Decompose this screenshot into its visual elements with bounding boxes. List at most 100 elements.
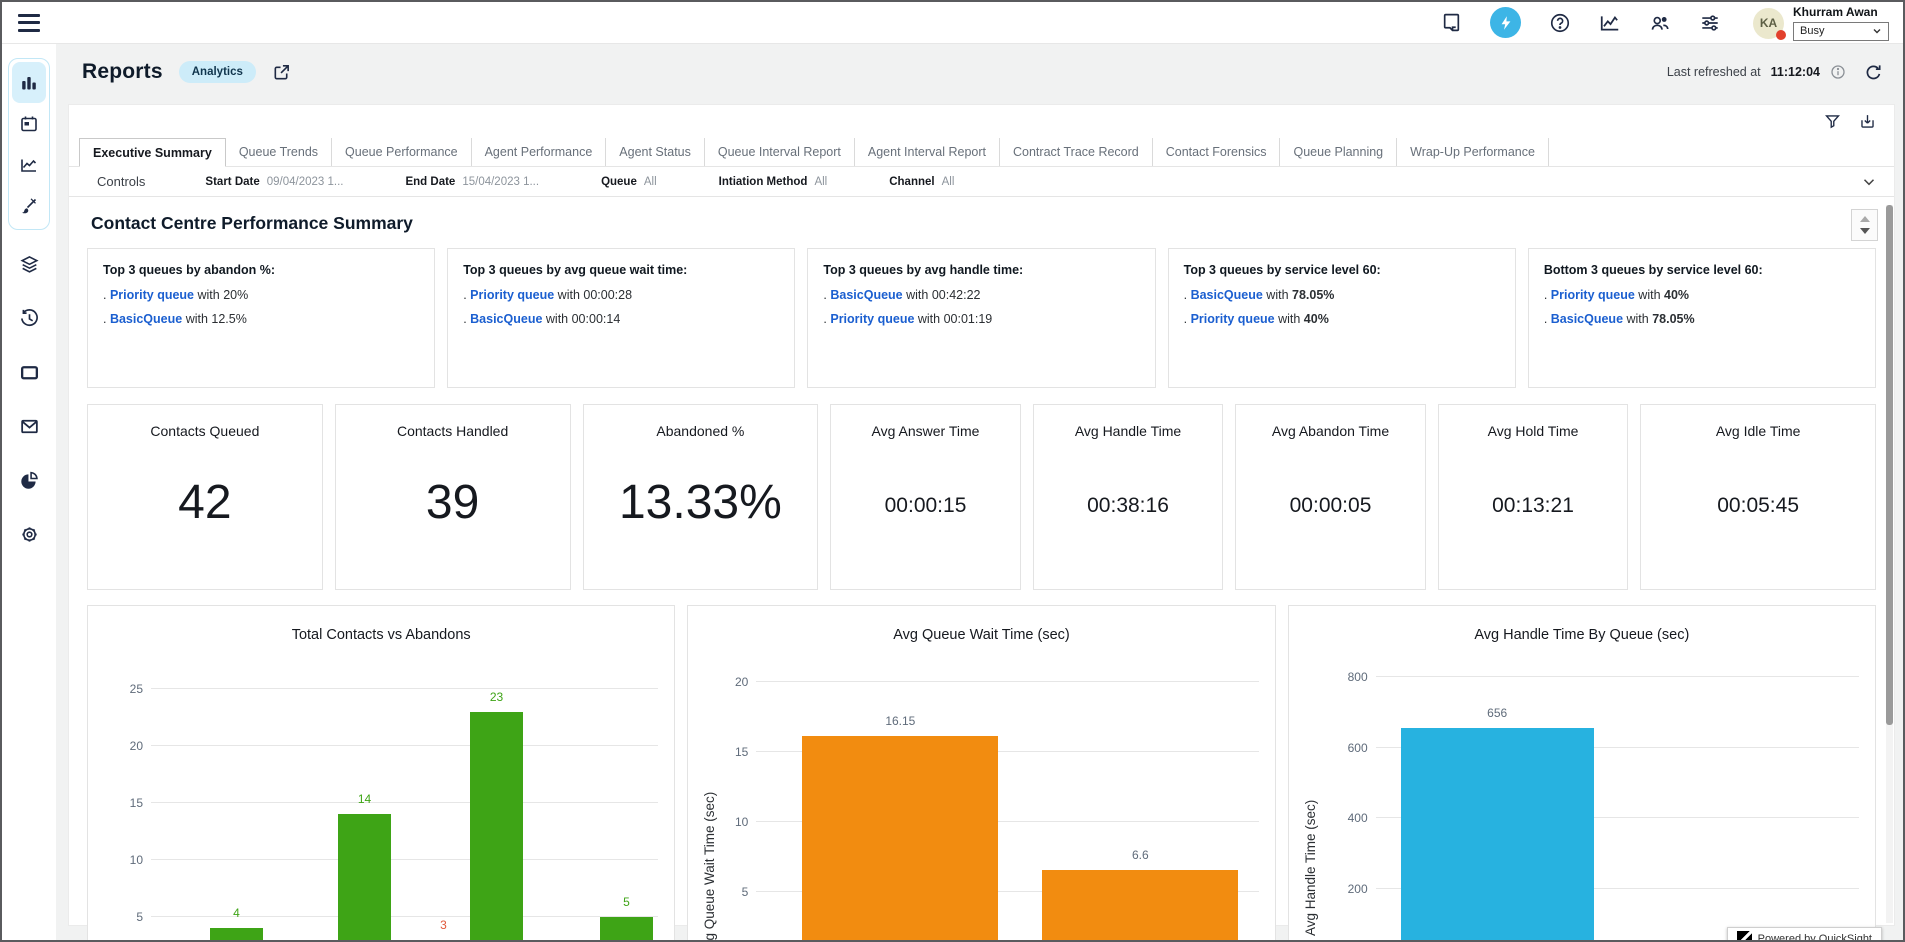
sidebar-item-bar-chart[interactable] xyxy=(12,62,46,103)
avatar-initials: KA xyxy=(1760,16,1777,30)
bar[interactable] xyxy=(1042,870,1238,940)
spinner-down-button[interactable] xyxy=(1860,228,1870,234)
avatar[interactable]: KA xyxy=(1753,8,1784,39)
preferences-sliders-icon[interactable] xyxy=(1699,12,1721,34)
users-icon[interactable] xyxy=(1649,12,1671,34)
queue-link[interactable]: BasicQueue xyxy=(470,312,542,326)
panel-toolbar xyxy=(69,105,1894,138)
y-axis-tick: 5 xyxy=(103,910,143,924)
gridline xyxy=(151,802,658,803)
analytics-badge: Analytics xyxy=(179,61,256,83)
tab-contact-forensics[interactable]: Contact Forensics xyxy=(1153,138,1281,166)
user-name: Khurram Awan xyxy=(1793,5,1889,19)
sidebar-item-line-chart[interactable] xyxy=(12,144,46,185)
insight-mid: with xyxy=(194,288,223,302)
filter-channel[interactable]: ChannelAll xyxy=(889,176,954,188)
bar[interactable] xyxy=(1401,728,1594,940)
line-chart-icon xyxy=(19,155,39,175)
queue-link[interactable]: Priority queue xyxy=(1191,312,1275,326)
filter-value: All xyxy=(942,176,955,188)
sidebar-item-pie-chart[interactable] xyxy=(8,458,50,502)
bullet: . xyxy=(1184,312,1191,326)
tab-queue-interval-report[interactable]: Queue Interval Report xyxy=(705,138,855,166)
bar[interactable] xyxy=(338,814,391,940)
tab-contract-trace-record[interactable]: Contract Trace Record xyxy=(1000,138,1153,166)
layers-icon xyxy=(19,254,40,275)
insight-mid: with xyxy=(1263,288,1292,302)
kpi-label: Abandoned % xyxy=(656,423,744,439)
tab-agent-performance[interactable]: Agent Performance xyxy=(472,138,607,166)
calendar-icon xyxy=(19,114,39,134)
insight-line: . BasicQueue with 78.05% xyxy=(1544,312,1860,326)
tab-queue-trends[interactable]: Queue Trends xyxy=(226,138,332,166)
insight-value: 00:42:22 xyxy=(932,288,981,302)
filter-label: Queue xyxy=(601,176,637,188)
bar-value-label: 3 xyxy=(417,918,470,932)
sidebar-item-window[interactable] xyxy=(8,350,50,394)
notepad-icon[interactable] xyxy=(1440,12,1462,34)
kpi-label: Avg Handle Time xyxy=(1075,423,1181,439)
sidebar-item-history[interactable] xyxy=(8,296,50,340)
metrics-icon[interactable] xyxy=(1599,12,1621,34)
y-axis-tick: 20 xyxy=(708,675,748,689)
sidebar-item-settings[interactable] xyxy=(8,512,50,556)
tab-queue-performance[interactable]: Queue Performance xyxy=(332,138,472,166)
insight-value: 20% xyxy=(223,288,248,302)
kpi-contacts-queued: Contacts Queued42 xyxy=(87,404,323,590)
queue-link[interactable]: Priority queue xyxy=(110,288,194,302)
y-axis-tick: 15 xyxy=(708,745,748,759)
kpi-avg-handle-time: Avg Handle Time00:38:16 xyxy=(1033,404,1224,590)
scrollbar-thumb[interactable] xyxy=(1886,205,1893,725)
help-icon[interactable] xyxy=(1549,12,1571,34)
tab-queue-planning[interactable]: Queue Planning xyxy=(1280,138,1397,166)
tab-agent-status[interactable]: Agent Status xyxy=(606,138,705,166)
queue-link[interactable]: Priority queue xyxy=(470,288,554,302)
queue-link[interactable]: BasicQueue xyxy=(1551,312,1623,326)
bar[interactable] xyxy=(470,712,523,940)
queue-link[interactable]: BasicQueue xyxy=(830,288,902,302)
tab-executive-summary[interactable]: Executive Summary xyxy=(79,138,226,167)
pie-chart-icon xyxy=(19,470,40,491)
y-axis-tick: 10 xyxy=(103,853,143,867)
gridline xyxy=(151,859,658,860)
external-link-icon[interactable] xyxy=(272,63,291,82)
bar[interactable] xyxy=(600,917,653,940)
status-select[interactable]: Busy xyxy=(1793,22,1889,41)
controls-collapse-chevron-icon[interactable] xyxy=(1860,173,1878,191)
tab-agent-interval-report[interactable]: Agent Interval Report xyxy=(855,138,1000,166)
y-axis-tick: 800 xyxy=(1328,670,1368,684)
status-value: Busy xyxy=(1800,25,1824,37)
bar[interactable] xyxy=(210,928,263,940)
filter-initiation-method[interactable]: Intiation MethodAll xyxy=(719,176,828,188)
queue-link[interactable]: BasicQueue xyxy=(110,312,182,326)
sidebar-item-layers[interactable] xyxy=(8,242,50,286)
export-icon[interactable] xyxy=(1859,113,1876,130)
bar[interactable] xyxy=(802,736,998,940)
insight-value: 00:01:19 xyxy=(944,312,993,326)
sidebar-item-design[interactable] xyxy=(12,185,46,226)
paintbrush-icon xyxy=(19,196,39,216)
insight-title: Bottom 3 queues by service level 60: xyxy=(1544,263,1860,277)
tab-wrap-up-performance[interactable]: Wrap-Up Performance xyxy=(1397,138,1549,166)
spinner-up-button[interactable] xyxy=(1860,216,1870,222)
filter-funnel-icon[interactable] xyxy=(1824,113,1841,130)
refresh-icon[interactable] xyxy=(1864,63,1883,82)
charts-row: Total Contacts vs Abandons 5101520254143… xyxy=(87,605,1876,940)
info-icon[interactable] xyxy=(1830,64,1846,80)
filter-start-date[interactable]: Start Date09/04/2023 1... xyxy=(205,176,343,188)
filter-value: 09/04/2023 1... xyxy=(267,176,344,188)
topbar-actions: KA Khurram Awan Busy xyxy=(1440,5,1893,41)
queue-link[interactable]: Priority queue xyxy=(830,312,914,326)
filter-queue[interactable]: QueueAll xyxy=(601,176,657,188)
bullet: . xyxy=(103,288,110,302)
sidebar-item-calendar[interactable] xyxy=(12,103,46,144)
queue-link[interactable]: Priority queue xyxy=(1551,288,1635,302)
insight-line: . BasicQueue with 78.05% xyxy=(1184,288,1500,302)
insight-value: 00:00:28 xyxy=(583,288,632,302)
hamburger-menu-icon[interactable] xyxy=(18,14,40,32)
gear-icon xyxy=(19,524,40,545)
queue-link[interactable]: BasicQueue xyxy=(1191,288,1263,302)
sidebar-item-mail[interactable] xyxy=(8,404,50,448)
filter-end-date[interactable]: End Date15/04/2023 1... xyxy=(405,176,539,188)
flash-active-icon[interactable] xyxy=(1490,7,1521,38)
